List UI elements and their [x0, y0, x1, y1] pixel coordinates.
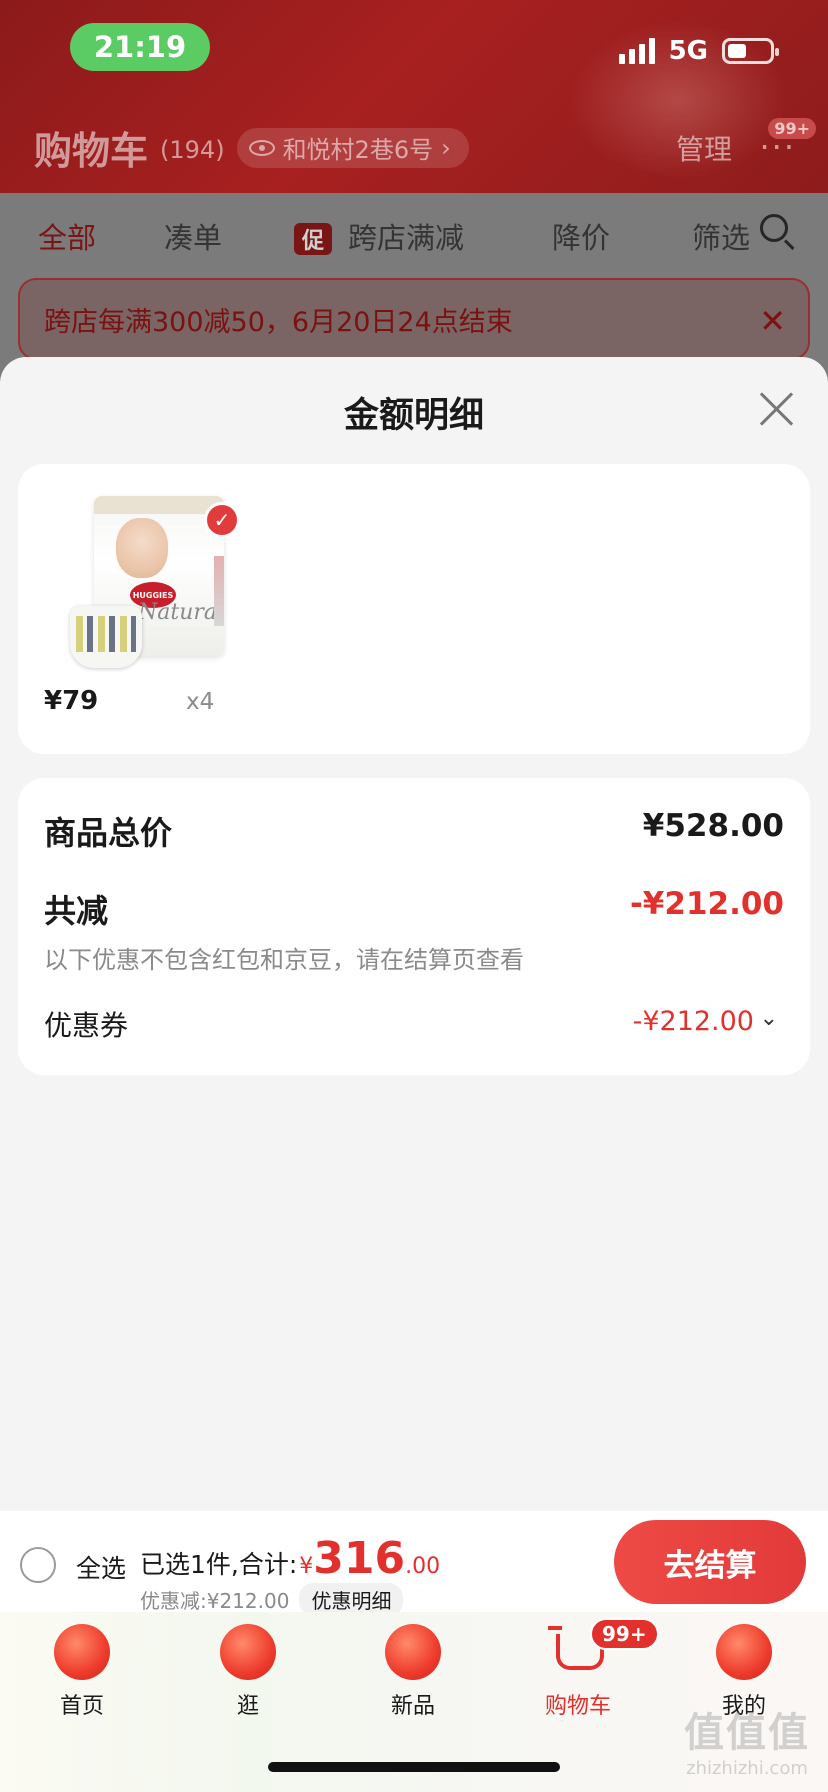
nav-label: 逛: [236, 1694, 259, 1719]
cart-count: (194): [160, 135, 225, 164]
new-products-icon: [385, 1624, 441, 1680]
status-bar-right: 5G: [618, 36, 779, 66]
search-icon[interactable]: [760, 214, 796, 251]
product-card: HUGGIES Natural ✓ ¥79 x4: [18, 464, 810, 754]
total-price-label: 商品总价: [44, 814, 173, 852]
close-icon[interactable]: [758, 391, 794, 427]
nav-label: 首页: [59, 1694, 104, 1719]
total-decimal: .00: [405, 1554, 441, 1579]
browse-icon: [220, 1624, 276, 1680]
profile-icon: [716, 1624, 772, 1680]
cart-badge: 99+: [590, 1618, 659, 1650]
currency-symbol: ¥: [299, 1554, 314, 1579]
discount-note: 以下优惠不包含红包和京豆，请在结算页查看: [44, 946, 524, 974]
product-script: Natural: [138, 600, 225, 625]
network-type: 5G: [668, 36, 708, 66]
tab-filter[interactable]: 筛选: [692, 215, 750, 257]
signal-icon: [618, 38, 655, 64]
coupon-label[interactable]: 优惠券: [44, 1004, 128, 1044]
selected-count-text: 已选1件,合计:: [140, 1550, 298, 1579]
watermark-logo: 值值值: [684, 1710, 810, 1756]
page-title: 购物车: [34, 129, 149, 173]
check-icon: ✓: [204, 502, 240, 538]
manage-button[interactable]: 管理: [676, 128, 732, 168]
item-price: ¥79: [44, 686, 99, 716]
total-reduction-value: -¥212.00: [629, 886, 784, 922]
item-quantity: x4: [186, 689, 215, 715]
nav-new-products[interactable]: 新品: [363, 1624, 463, 1720]
coupon-value[interactable]: -¥212.00: [633, 1006, 754, 1037]
nav-home[interactable]: 首页: [32, 1624, 132, 1720]
tab-bundle[interactable]: 凑单: [164, 215, 222, 257]
total-integer: 316: [313, 1533, 406, 1584]
select-all-checkbox[interactable]: [20, 1547, 56, 1583]
cart-title-row: 购物车 (194) 和悦村2巷6号 ›: [34, 120, 469, 175]
nav-browse[interactable]: 逛: [198, 1624, 298, 1720]
promo-tag: 促: [294, 223, 333, 255]
address-text: 和悦村2巷6号: [282, 136, 434, 164]
tab-price-drop[interactable]: 降价: [552, 215, 610, 257]
eye-icon: [248, 139, 275, 156]
watermark-url: zhizhizhi.com: [686, 1758, 808, 1779]
tab-cross-store-label: 跨店满减: [348, 221, 465, 255]
nav-label: 购物车: [544, 1694, 611, 1719]
chevron-down-icon[interactable]: ⌄: [760, 1006, 778, 1031]
tab-cross-store[interactable]: 促跨店满减: [294, 215, 464, 257]
promo-text: 跨店每满300减50，6月20日24点结束: [44, 306, 513, 338]
price-summary-card: 商品总价 ¥528.00 共减 -¥212.00 以下优惠不包含红包和京豆，请在…: [18, 778, 810, 1075]
home-icon: [54, 1624, 110, 1680]
watermark: 值值值 zhizhizhi.com: [684, 1700, 810, 1779]
total-summary: 已选1件,合计: ¥ 316 .00: [140, 1533, 440, 1584]
sheet-title: 金额明细: [343, 396, 484, 436]
battery-icon: [722, 38, 779, 64]
nav-label: 新品: [390, 1694, 435, 1719]
close-icon[interactable]: ✕: [759, 302, 786, 340]
product-image[interactable]: HUGGIES Natural ✓: [54, 492, 240, 672]
discount-text: 优惠减:¥212.00: [140, 1589, 290, 1613]
more-badge: 99+: [768, 118, 816, 139]
status-time: 21:19: [70, 23, 210, 71]
select-all-label[interactable]: 全选: [76, 1549, 126, 1585]
tab-all[interactable]: 全部: [38, 215, 96, 257]
total-reduction-label: 共减: [44, 892, 109, 930]
total-price-value: ¥528.00: [642, 808, 784, 844]
diaper-image: [70, 606, 142, 668]
checkout-button[interactable]: 去结算: [614, 1520, 806, 1604]
home-indicator[interactable]: [268, 1762, 560, 1772]
address-selector[interactable]: 和悦村2巷6号 ›: [236, 127, 469, 168]
filter-tabs: 全部 凑单 促跨店满减 降价 筛选: [0, 215, 828, 259]
nav-cart[interactable]: 99+ 购物车: [528, 1618, 659, 1720]
chevron-right-icon: ›: [441, 133, 451, 162]
promo-banner: 跨店每满300减50，6月20日24点结束 ✕: [18, 278, 810, 360]
checkout-bar: 全选 已选1件,合计: ¥ 316 .00 优惠减:¥212.00 优惠明细 去…: [0, 1511, 828, 1616]
